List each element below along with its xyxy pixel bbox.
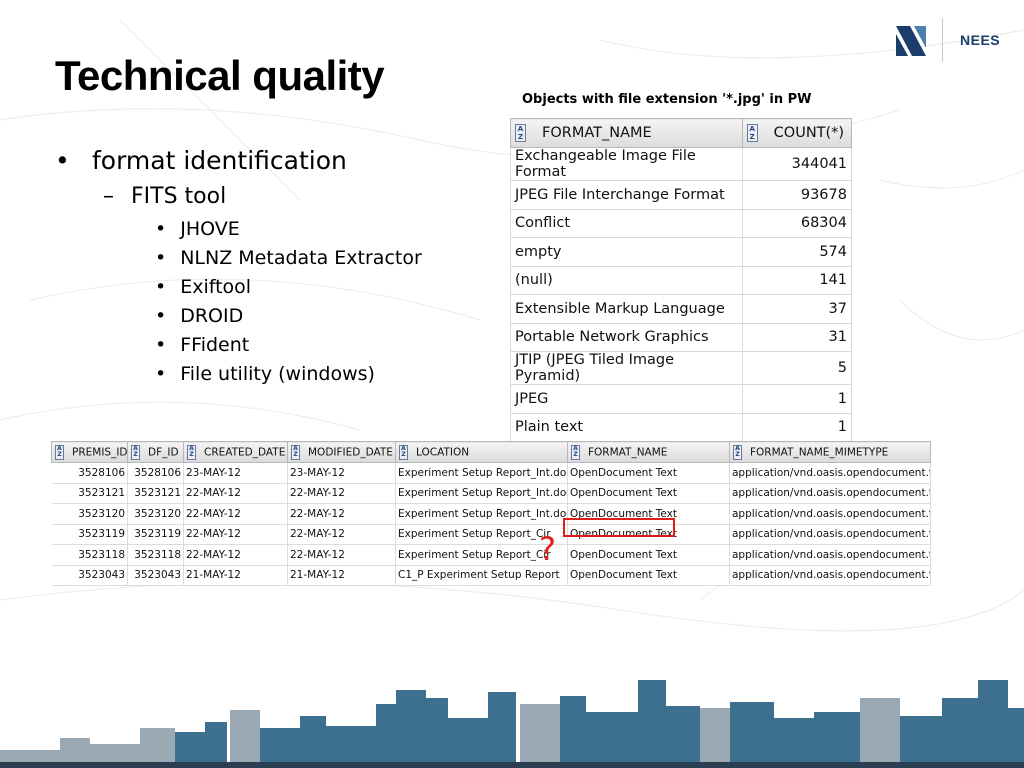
table-row[interactable]: 3523118 3523118 22-MAY-12 22-MAY-12 Experime… (51, 544, 931, 566)
sort-icon[interactable]: AZ (131, 444, 140, 460)
column-header-df-id[interactable]: A Z DF_ID (127, 441, 184, 463)
highlight-box (563, 518, 675, 537)
bullet-text: FITS tool (131, 184, 227, 209)
bullet-level3: • Exiftool (155, 276, 252, 298)
format-count-grid: A Z FORMAT_NAME A Z COUNT(*) Exchangeable Im… (510, 118, 853, 442)
table-row[interactable]: 3523121 3523121 22-MAY-12 22-MAY-12 Experime… (51, 483, 931, 504)
column-header-count[interactable]: A Z COUNT(*) (741, 118, 853, 148)
slide-title: Technical quality (55, 52, 385, 99)
table-row[interactable]: 3528106 3528106 23-MAY-12 23-MAY-12 Experime… (51, 462, 931, 484)
table-row[interactable]: Conflict 68304 (510, 209, 853, 238)
bullet-level3: • NLNZ Metadata Extractor (155, 247, 422, 269)
column-header-created-date[interactable]: A Z CREATED_DATE (183, 441, 288, 463)
sort-icon[interactable]: AZ (55, 444, 64, 460)
table-row[interactable]: Extensible Markup Language 37 (510, 294, 853, 324)
column-header-format-mimetype[interactable]: A Z FORMAT_NAME_MIMETYPE (729, 441, 931, 463)
table-row[interactable]: empty 574 (510, 237, 853, 267)
column-header-modified-date[interactable]: A Z MODIFIED_DATE (287, 441, 396, 463)
logo-text: NEES (960, 32, 1001, 48)
bullet-level3: • JHOVE (155, 218, 240, 240)
city-skyline-image (0, 680, 1024, 768)
bullet-text: format identification (92, 146, 347, 175)
object-grid: A Z PREMIS_ID A Z DF_ID A Z CREATED_DATE A Z MOD… (51, 441, 931, 586)
table-row[interactable]: (null) 141 (510, 266, 853, 295)
question-mark-annotation: ? (539, 530, 556, 568)
column-header-format-name[interactable]: A Z FORMAT_NAME (510, 118, 743, 148)
grid-caption: Objects with file extension '*.jpg' in P… (522, 92, 812, 107)
table-row[interactable]: Exchangeable Image File Format 344041 (510, 147, 853, 181)
table-row[interactable]: JTIP (JPEG Tiled Image Pyramid) 5 (510, 351, 853, 385)
nees-logo: NEES (896, 18, 1016, 68)
logo-divider (942, 18, 943, 62)
sort-icon[interactable]: AZ (746, 124, 758, 142)
bullet-level3: • DROID (155, 305, 244, 327)
table-row[interactable]: JPEG 1 (510, 384, 853, 414)
bullet-level3: • File utility (windows) (155, 363, 375, 385)
sort-icon[interactable]: AZ (399, 444, 408, 460)
bullet-marker: – (103, 184, 114, 209)
bullet-level3: • FFident (155, 334, 250, 356)
sort-icon[interactable]: AZ (187, 444, 196, 460)
column-header-location[interactable]: A Z LOCATION (395, 441, 568, 463)
table-row[interactable]: JPEG File Interchange Format 93678 (510, 180, 853, 210)
column-header-premis-id[interactable]: A Z PREMIS_ID (51, 441, 128, 463)
table-row[interactable]: 3523043 3523043 21-MAY-12 21-MAY-12 C1_P Exp… (51, 565, 931, 586)
bullet-marker: • (55, 146, 70, 175)
sort-icon[interactable]: AZ (515, 124, 526, 142)
nees-logo-mark-icon (896, 26, 926, 56)
bullet-level2: – FITS tool (103, 184, 226, 209)
table-row[interactable]: Portable Network Graphics 31 (510, 323, 853, 352)
column-header-format-name[interactable]: A Z FORMAT_NAME (567, 441, 730, 463)
sort-icon[interactable]: AZ (291, 444, 300, 460)
table-row[interactable]: 3523120 3523120 22-MAY-12 22-MAY-12 Experime… (51, 503, 931, 525)
sort-icon[interactable]: AZ (571, 444, 580, 460)
table-row[interactable]: 3523119 3523119 22-MAY-12 22-MAY-12 Experime… (51, 524, 931, 545)
sort-icon[interactable]: AZ (733, 444, 742, 460)
table-row[interactable]: Plain text 1 (510, 413, 853, 442)
